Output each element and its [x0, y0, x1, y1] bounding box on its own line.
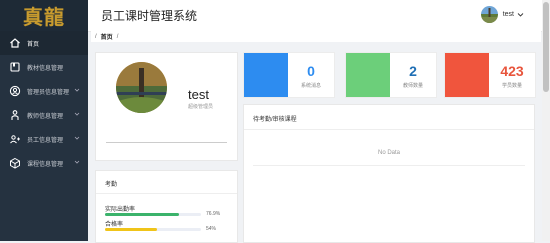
- sidebar-item-teachers[interactable]: 教师信息管理: [0, 103, 88, 127]
- users-icon: [9, 133, 21, 145]
- divider: [244, 129, 534, 130]
- attendance-rate-metric: 实际出勤率 76.9%: [105, 204, 229, 217]
- pending-courses-card: 待考勤/审核课程 No Data: [243, 104, 535, 243]
- stat-card-messages[interactable]: 0 系统消息: [243, 52, 335, 98]
- empty-state: No Data: [377, 150, 400, 156]
- stat-color-block: [445, 53, 489, 97]
- stat-color-block: [346, 53, 390, 97]
- stat-card-teachers[interactable]: 2 教师数量: [345, 52, 437, 98]
- stat-value: 2: [409, 63, 417, 79]
- sidebar-item-label: 教师信息管理: [27, 113, 64, 120]
- sidebar-item-textbooks[interactable]: 教材信息管理: [0, 55, 88, 79]
- stat-color-block: [244, 53, 288, 97]
- system-title: 员工课时管理系统: [101, 9, 198, 23]
- profile-name: test: [188, 87, 209, 102]
- stat-label: 系统消息: [300, 83, 321, 89]
- sidebar-item-label: 员工信息管理: [27, 137, 64, 144]
- sidebar-item-courses[interactable]: 课程信息管理: [0, 151, 88, 175]
- stat-label: 教师数量: [402, 83, 423, 89]
- book-icon: [9, 61, 21, 73]
- sidebar: 真龍 首页 教材信息管理 管理员信息管理 教师信息管理 员工信息管理 课程信息管…: [0, 0, 88, 241]
- metric-percent: 54%: [206, 226, 217, 232]
- breadcrumb-separator: /: [95, 33, 97, 40]
- logo-text: 真龍: [23, 5, 65, 29]
- breadcrumb-home[interactable]: 首页: [101, 32, 113, 41]
- chevron-down-icon: [74, 160, 80, 164]
- sidebar-item-employees[interactable]: 员工信息管理: [0, 127, 88, 151]
- progress-fill: [105, 213, 179, 216]
- sidebar-item-label: 管理员信息管理: [27, 89, 70, 96]
- teacher-icon: [9, 109, 21, 121]
- attendance-card: 考勤 实际出勤率 76.9% 合格率 54%: [95, 170, 238, 243]
- breadcrumb-separator: /: [116, 33, 119, 40]
- profile-role: 超级管理员: [188, 104, 214, 110]
- sidebar-item-label: 教材信息管理: [27, 65, 64, 72]
- divider: [96, 193, 237, 194]
- divider: [253, 165, 525, 166]
- pass-rate-metric: 合格率 54%: [105, 219, 229, 232]
- sidebar-item-label: 课程信息管理: [27, 161, 64, 168]
- chevron-down-icon: [517, 13, 524, 17]
- chevron-down-icon: [74, 136, 80, 140]
- logo[interactable]: 真龍: [0, 0, 88, 31]
- cube-icon: [9, 157, 21, 169]
- sidebar-menu: 首页 教材信息管理 管理员信息管理 教师信息管理 员工信息管理 课程信息管理: [0, 31, 88, 175]
- avatar: [480, 6, 498, 23]
- stat-value: 0: [307, 63, 315, 79]
- metric-percent: 76.9%: [206, 211, 221, 217]
- breadcrumb: / 首页 /: [91, 31, 541, 42]
- sidebar-item-admins[interactable]: 管理员信息管理: [0, 79, 88, 103]
- profile-avatar: [116, 62, 167, 113]
- chevron-down-icon: [74, 88, 80, 92]
- stat-label: 学员数量: [501, 83, 522, 89]
- top-header: 员工课时管理系统 test: [88, 0, 550, 32]
- profile-card: test 超级管理员: [95, 52, 238, 161]
- chevron-down-icon: [74, 112, 80, 116]
- progress-bar: [105, 228, 201, 231]
- user-menu[interactable]: test: [480, 6, 524, 23]
- divider: [106, 142, 227, 143]
- username: test: [502, 11, 514, 18]
- scrollbar-thumb[interactable]: [543, 2, 549, 92]
- card-title: 待考勤/审核课程: [253, 117, 297, 123]
- page-scrollbar[interactable]: [542, 0, 550, 241]
- stat-card-students[interactable]: 423 学员数量: [444, 52, 536, 98]
- user-circle-icon: [9, 85, 21, 97]
- sidebar-item-label: 首页: [27, 41, 40, 48]
- home-icon: [9, 37, 21, 49]
- progress-fill: [105, 228, 157, 231]
- card-title: 考勤: [105, 182, 118, 188]
- stat-value: 423: [500, 63, 524, 79]
- progress-bar: [105, 213, 201, 216]
- sidebar-item-home[interactable]: 首页: [0, 31, 88, 55]
